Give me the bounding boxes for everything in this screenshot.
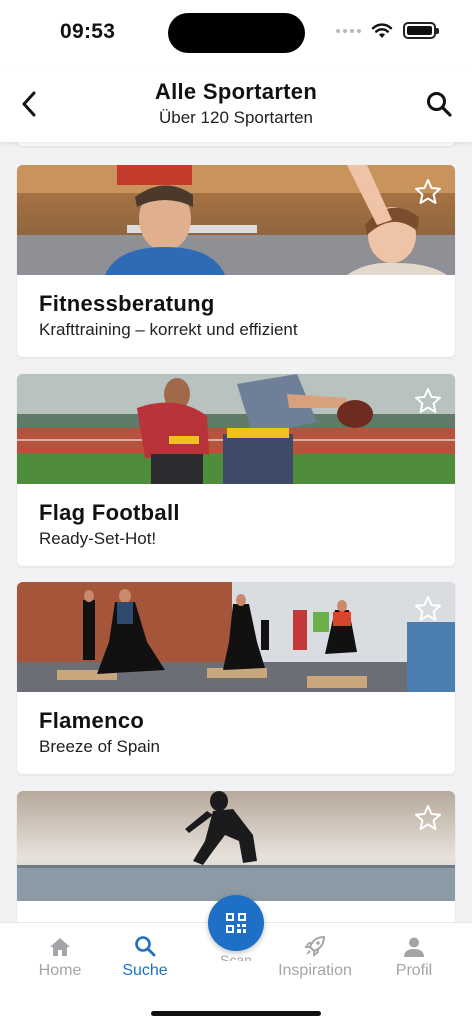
page-subtitle: Über 120 Sportarten <box>158 108 314 127</box>
card-image <box>17 582 455 692</box>
tab-label: Profil <box>395 962 433 979</box>
page-title: Alle Sportarten <box>154 79 318 104</box>
card-title: Flamenco <box>39 708 145 733</box>
card-title: Fitnessberatung <box>39 291 215 316</box>
battery-icon <box>403 22 439 39</box>
card-subtitle: Krafttraining – korrekt und effizient <box>39 320 298 339</box>
favorite-star-icon[interactable] <box>413 594 443 624</box>
card-image <box>17 374 455 484</box>
home-indicator <box>151 1011 321 1016</box>
dynamic-island <box>168 13 305 53</box>
status-time: 09:53 <box>60 20 116 43</box>
sport-card-fitnessberatung[interactable]: Fitnessberatung Krafttraining – korrekt … <box>17 165 455 357</box>
card-title: Flag Football <box>39 500 180 525</box>
tab-bar: Home Suche Scan Inspiration Profil <box>0 895 472 1024</box>
wifi-icon <box>371 22 393 38</box>
favorite-star-icon[interactable] <box>413 803 443 833</box>
card-subtitle: Ready-Set-Hot! <box>39 529 157 548</box>
tab-label: Suche <box>122 962 168 979</box>
search-button[interactable] <box>422 86 456 122</box>
sport-card-flag-football[interactable]: Flag Football Ready-Set-Hot! <box>17 374 455 566</box>
previous-card-edge <box>17 142 455 146</box>
status-icons <box>336 22 439 39</box>
favorite-star-icon[interactable] <box>413 177 443 207</box>
qr-code-icon <box>226 913 246 933</box>
card-image <box>17 165 455 275</box>
person-icon <box>404 937 424 957</box>
tab-inspiration[interactable]: Inspiration <box>270 933 360 983</box>
tab-label: Home <box>38 962 82 979</box>
search-icon <box>427 92 452 117</box>
scan-button[interactable] <box>208 895 264 951</box>
app-header: Alle Sportarten Über 120 Sportarten <box>0 66 472 142</box>
card-image <box>17 791 455 901</box>
sport-card-flamenco[interactable]: Flamenco Breeze of Spain <box>17 582 455 774</box>
tab-profile[interactable]: Profil <box>369 933 459 983</box>
tab-label: Inspiration <box>278 962 352 979</box>
signal-icon <box>336 28 361 33</box>
sport-list[interactable]: Fitnessberatung Krafttraining – korrekt … <box>0 142 472 922</box>
favorite-star-icon[interactable] <box>413 386 443 416</box>
card-subtitle: Breeze of Spain <box>39 737 160 756</box>
rocket-icon <box>304 936 325 957</box>
status-bar: 09:53 <box>0 0 472 66</box>
